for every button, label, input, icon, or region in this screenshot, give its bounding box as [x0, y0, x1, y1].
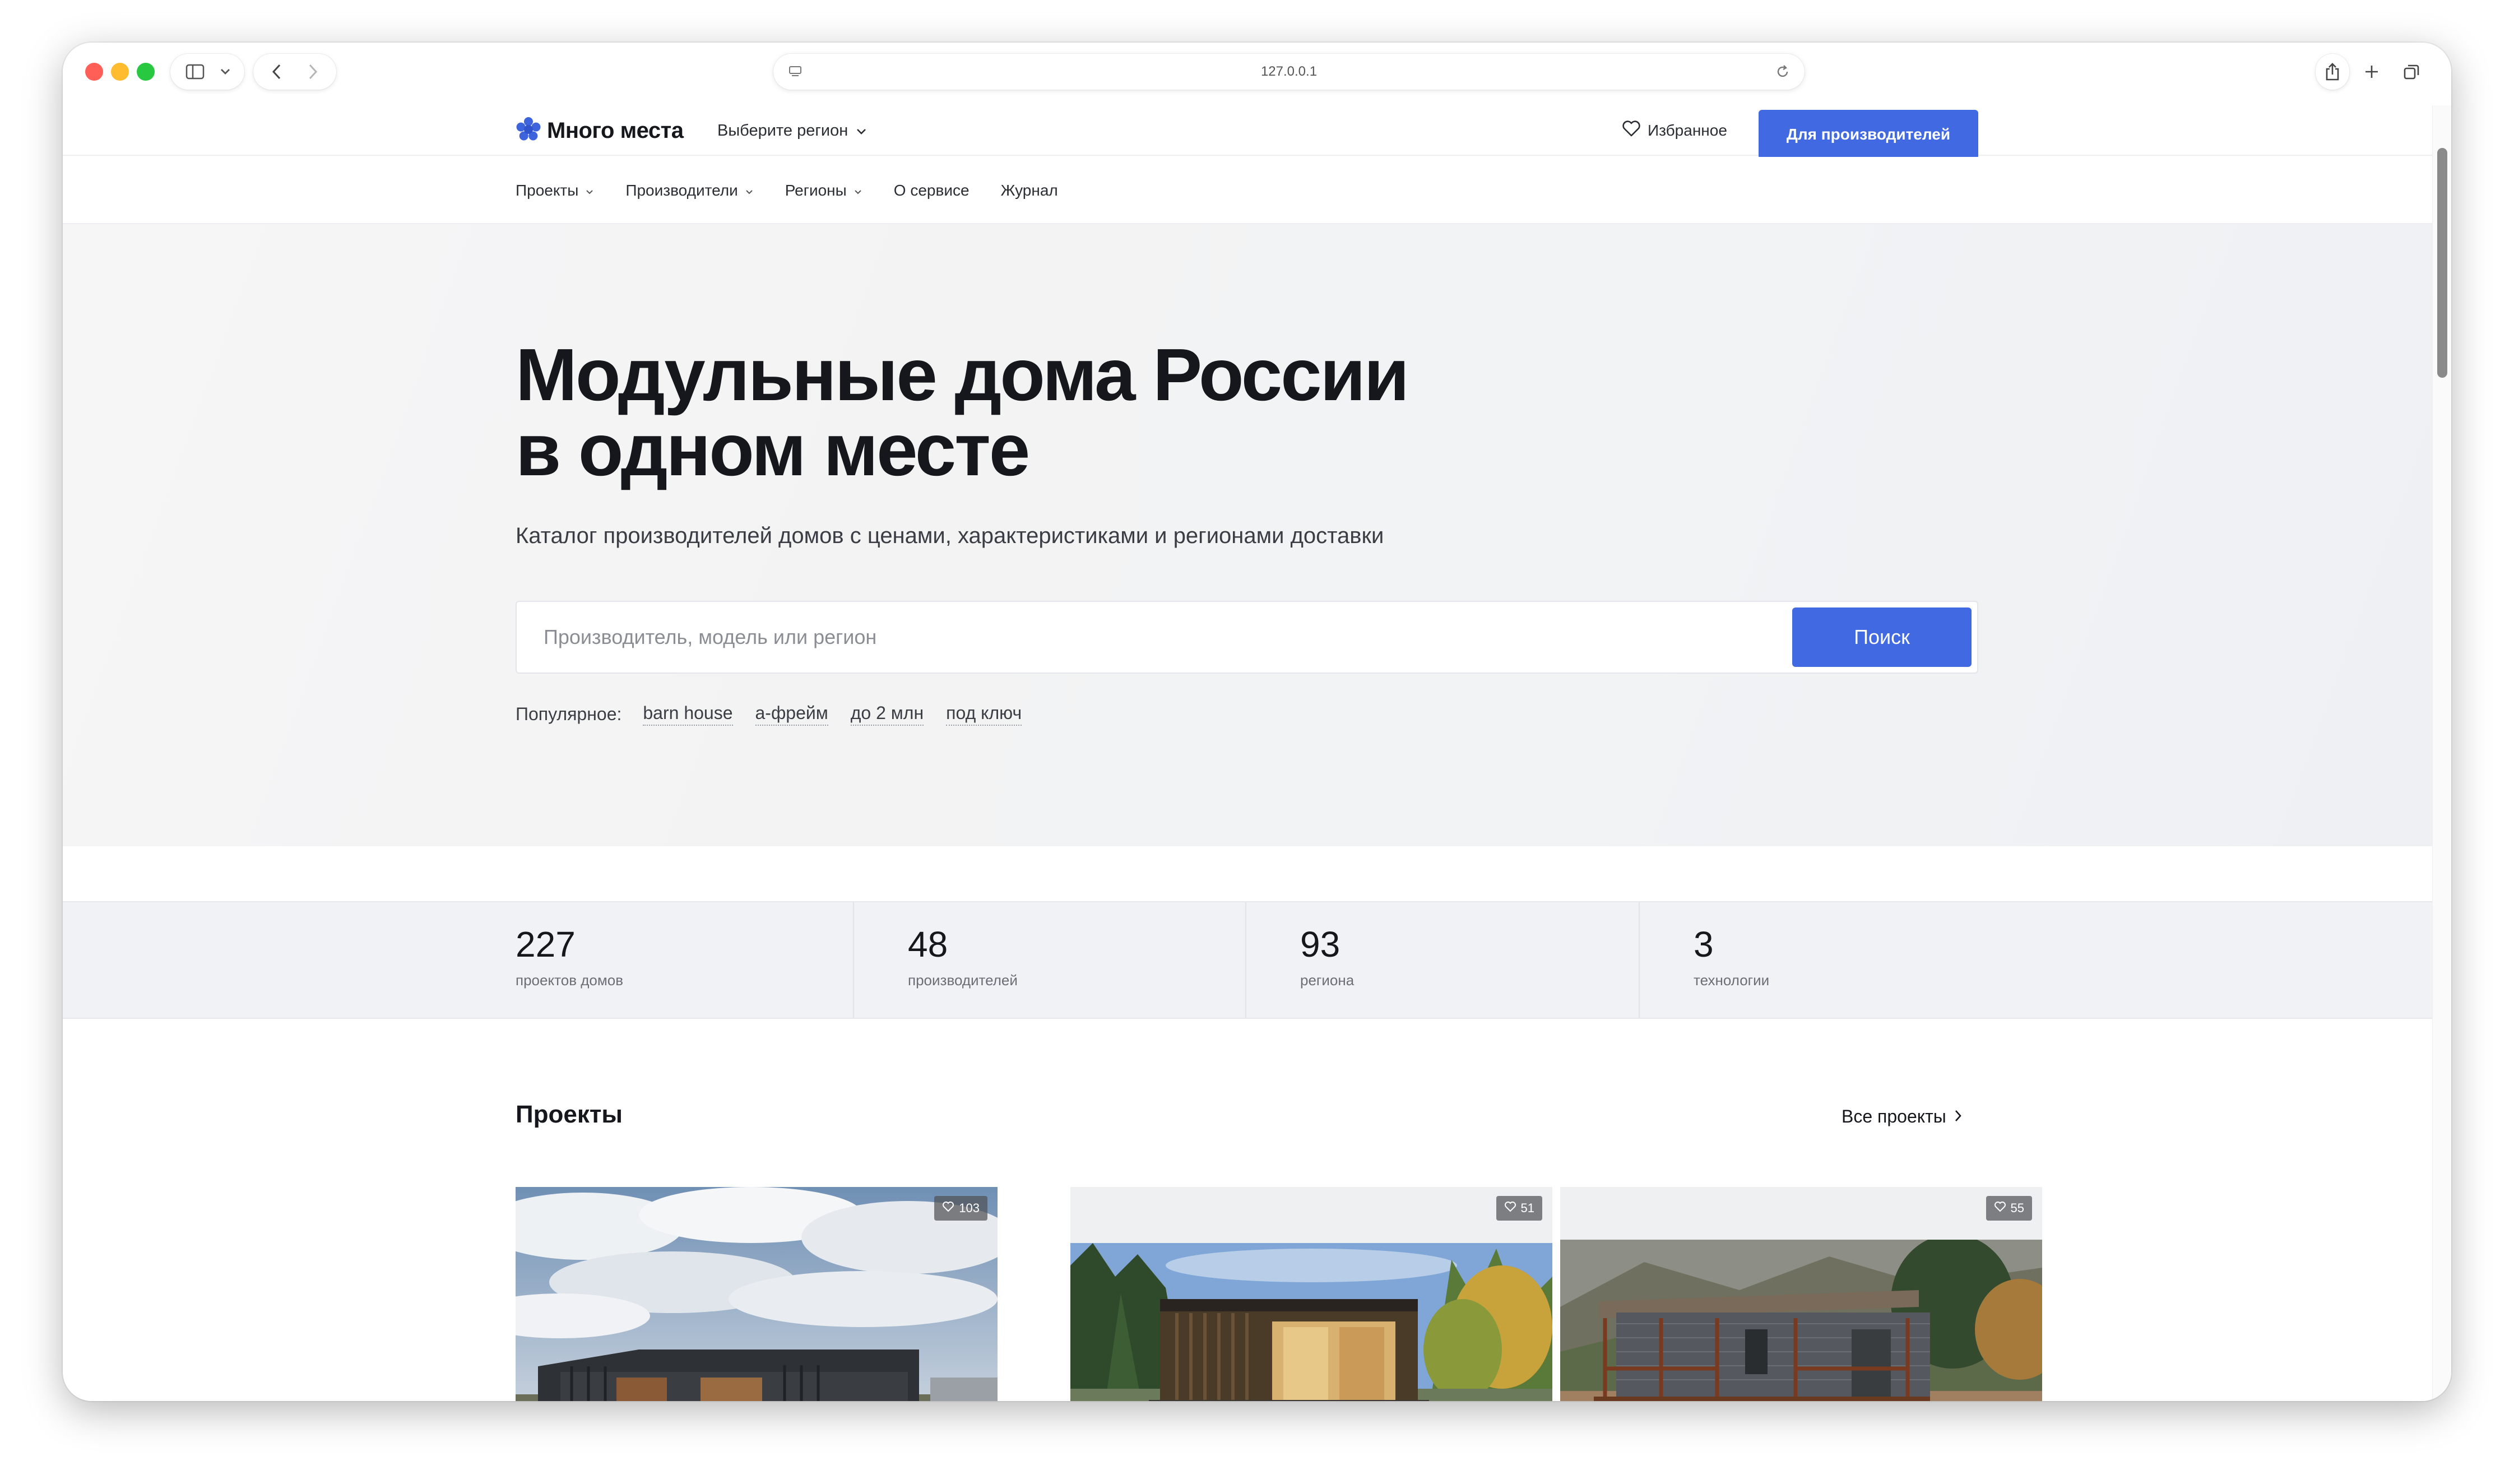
favorites-link[interactable]: Избранное: [1622, 115, 1727, 146]
chevron-down-icon: [214, 54, 236, 90]
house-photo-mountains: [1560, 1240, 2042, 1401]
stat-value: 93: [1300, 924, 1341, 964]
projects-section-title: Проекты: [516, 1101, 623, 1128]
site-logo[interactable]: Много места: [516, 115, 684, 146]
stat-label: производителей: [908, 972, 1018, 989]
nav-item-projects[interactable]: Проекты: [516, 182, 594, 200]
zoom-window-button[interactable]: [137, 63, 155, 81]
popular-label: Популярное:: [516, 703, 622, 724]
hero-title-line: в одном месте: [516, 409, 1030, 491]
reload-icon[interactable]: [1769, 54, 1797, 90]
heart-icon: [942, 1201, 954, 1216]
nav-item-label: О сервисе: [893, 182, 970, 199]
popular-tag-barn-house[interactable]: barn house: [643, 703, 733, 726]
popular-searches: Популярное: barn house а-фрейм до 2 млн …: [516, 701, 1022, 727]
forward-button[interactable]: [296, 54, 330, 90]
stats-bar: 227 проектов домов 48 производителей 93 …: [63, 901, 2432, 1019]
sidebar-toggle-button[interactable]: [170, 54, 244, 90]
all-projects-link[interactable]: Все проекты: [1842, 1104, 1962, 1129]
stat-divider: [1245, 902, 1246, 1018]
plus-icon: [2355, 54, 2388, 90]
stat-divider: [853, 902, 854, 1018]
search-bar: Поиск: [516, 601, 1978, 674]
browser-toolbar: 127.0.0.1: [63, 43, 2451, 105]
heart-icon: [1504, 1201, 1516, 1216]
nav-item-label: Проекты: [516, 182, 579, 199]
search-input[interactable]: [544, 602, 1777, 673]
address-bar[interactable]: 127.0.0.1: [773, 54, 1805, 90]
stat-regions: 93 региона: [1300, 902, 1636, 1018]
stat-projects: 227 проектов домов: [516, 902, 852, 1018]
favorites-label: Избранное: [1648, 122, 1727, 139]
chevron-down-icon: [856, 122, 867, 140]
stat-value: 227: [516, 924, 576, 964]
flower-logo-icon: [516, 117, 541, 145]
chevron-down-icon: [854, 182, 862, 200]
project-card[interactable]: 55: [1560, 1187, 2042, 1401]
share-button[interactable]: [2316, 54, 2349, 90]
hero-subtitle: Каталог производителей домов с ценами, х…: [516, 523, 1384, 548]
stat-label: технологии: [1694, 972, 1770, 989]
chevron-down-icon: [745, 182, 754, 200]
stat-label: региона: [1300, 972, 1355, 989]
main-nav: Проекты Производители Регионы О сервисе …: [63, 157, 2432, 224]
region-selector[interactable]: Выберите регион: [717, 115, 867, 146]
nav-item-manufacturers[interactable]: Производители: [625, 182, 753, 200]
back-button[interactable]: [260, 54, 294, 90]
chevron-right-icon: [1954, 1106, 1962, 1127]
page-scrollbar[interactable]: [2432, 105, 2451, 1401]
tab-overview-button[interactable]: [2394, 54, 2429, 90]
likes-badge[interactable]: 51: [1496, 1196, 1542, 1221]
chevron-down-icon: [585, 182, 594, 200]
page-viewport: Много места Выберите регион Избранное Дл…: [63, 105, 2432, 1401]
hero-title-line: Модульные дома России: [516, 333, 1409, 416]
likes-count: 55: [2010, 1201, 2024, 1215]
project-card[interactable]: 103: [516, 1187, 998, 1401]
search-button[interactable]: Поиск: [1792, 607, 1972, 667]
house-photo-forest: [1070, 1243, 1552, 1401]
history-nav: [253, 54, 336, 90]
stat-label: проектов домов: [516, 972, 624, 989]
heart-icon: [1622, 120, 1641, 141]
heart-icon: [1994, 1201, 2006, 1216]
logo-text: Много места: [547, 118, 684, 143]
project-card[interactable]: 51: [1070, 1187, 1552, 1401]
scrollbar-thumb[interactable]: [2437, 148, 2447, 378]
nav-item-journal[interactable]: Журнал: [1001, 182, 1058, 200]
stat-manufacturers: 48 производителей: [908, 902, 1244, 1018]
likes-badge[interactable]: 103: [934, 1196, 987, 1221]
nav-item-label: Регионы: [785, 182, 847, 199]
browser-window: 127.0.0.1 Много места Выберите регион Из…: [63, 43, 2451, 1401]
stat-technologies: 3 технологии: [1694, 902, 2030, 1018]
popular-tag-under-2m[interactable]: до 2 млн: [850, 703, 924, 726]
sidebar-icon: [178, 54, 212, 90]
nav-item-regions[interactable]: Регионы: [785, 182, 862, 200]
popular-tag-turnkey[interactable]: под ключ: [946, 703, 1022, 726]
share-icon: [2316, 54, 2349, 90]
minimize-window-button[interactable]: [111, 63, 129, 81]
tabs-icon: [2394, 54, 2429, 90]
likes-count: 103: [959, 1201, 980, 1215]
url-text: 127.0.0.1: [1260, 64, 1318, 79]
nav-item-about[interactable]: О сервисе: [894, 182, 970, 200]
house-photo-cloudy-sky: [516, 1187, 998, 1401]
likes-badge[interactable]: 55: [1986, 1196, 2032, 1221]
hero-title: Модульные дома России в одном месте: [516, 337, 1636, 488]
region-selector-label: Выберите регион: [717, 121, 848, 140]
popular-tag-a-frame[interactable]: а-фрейм: [755, 703, 828, 726]
nav-item-label: Производители: [625, 182, 738, 199]
stat-divider: [1639, 902, 1640, 1018]
stat-value: 48: [908, 924, 948, 964]
stat-value: 3: [1694, 924, 1714, 964]
likes-count: 51: [1520, 1201, 1534, 1215]
new-tab-button[interactable]: [2355, 54, 2388, 90]
nav-item-label: Журнал: [1000, 182, 1058, 199]
hero-section: Модульные дома России в одном месте Ката…: [63, 224, 2432, 846]
all-projects-label: Все проекты: [1842, 1106, 1946, 1126]
site-header: Много места Выберите регион Избранное Дл…: [63, 105, 2432, 159]
for-manufacturers-button[interactable]: Для производителей: [1759, 110, 1978, 159]
close-window-button[interactable]: [85, 63, 103, 81]
